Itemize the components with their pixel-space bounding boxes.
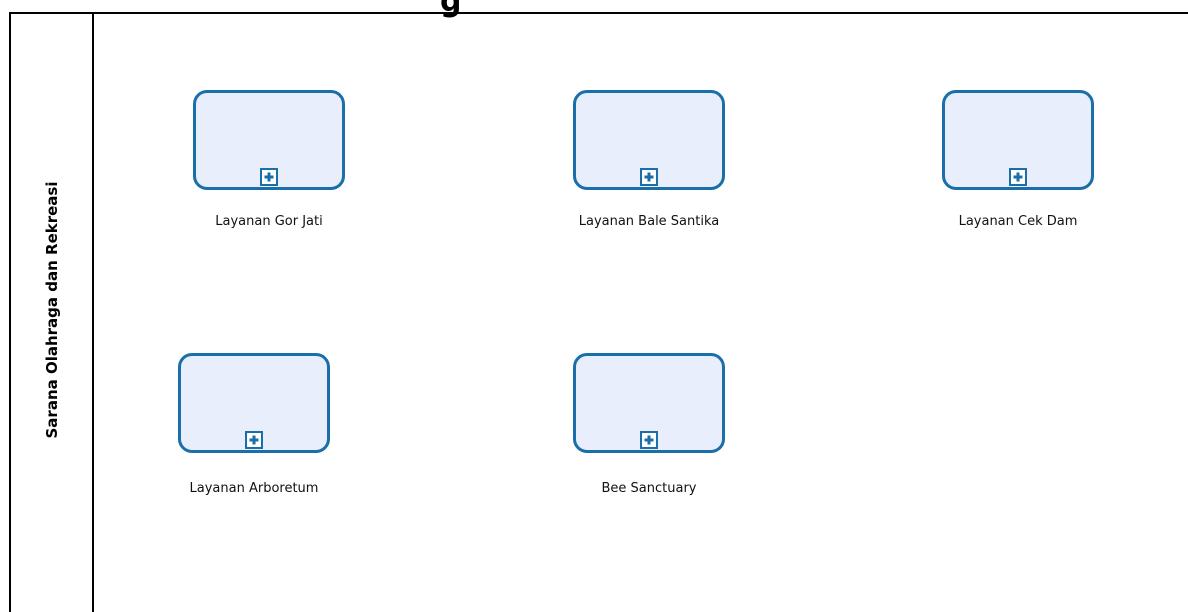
plus-icon[interactable] bbox=[260, 168, 278, 186]
plus-icon[interactable] bbox=[1009, 168, 1027, 186]
lane-title: Sarana Olahraga dan Rekreasi bbox=[43, 181, 61, 439]
plus-icon[interactable] bbox=[245, 431, 263, 449]
task-layanan-bale-santika[interactable] bbox=[573, 90, 725, 190]
task-label: Layanan Gor Jati bbox=[215, 214, 323, 229]
task-label: Bee Sanctuary bbox=[601, 481, 697, 496]
task-label: Layanan Bale Santika bbox=[578, 214, 720, 229]
task-layanan-gor-jati[interactable] bbox=[193, 90, 345, 190]
plus-icon[interactable] bbox=[640, 431, 658, 449]
task-label: Layanan Arboretum bbox=[189, 481, 319, 496]
task-bee-sanctuary[interactable] bbox=[573, 353, 725, 453]
task-label: Layanan Cek Dam bbox=[958, 214, 1078, 229]
task-layanan-arboretum[interactable] bbox=[178, 353, 330, 453]
task-layanan-cek-dam[interactable] bbox=[942, 90, 1094, 190]
plus-icon[interactable] bbox=[640, 168, 658, 186]
